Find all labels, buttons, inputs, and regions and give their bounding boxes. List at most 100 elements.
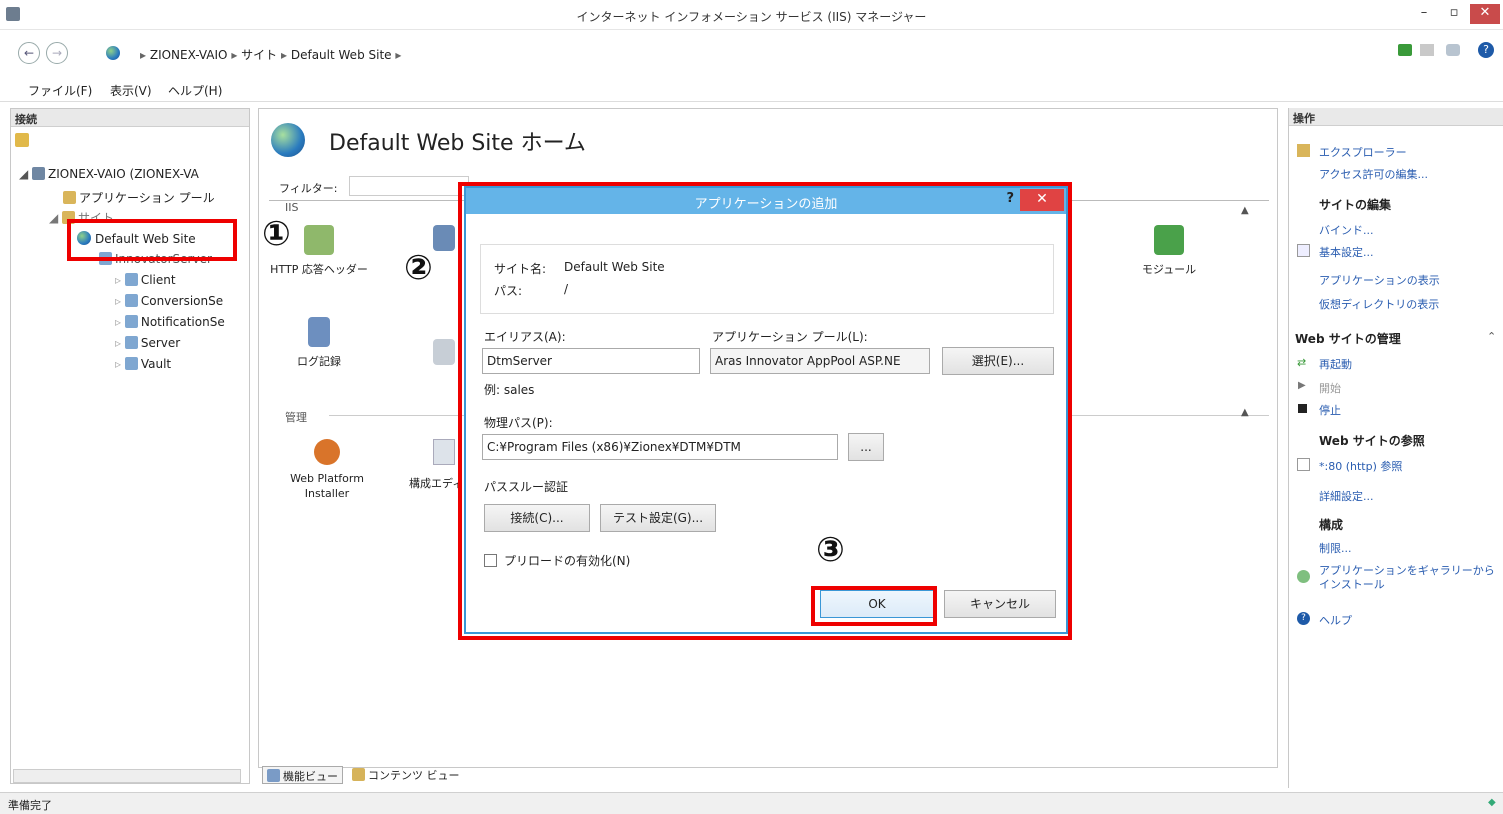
status-text: 準備完了 <box>8 799 52 812</box>
window-title: インターネット インフォメーション サービス (IIS) マネージャー <box>576 10 927 24</box>
server-tree-icon <box>32 167 46 180</box>
section-iis: IIS <box>285 201 299 214</box>
maximize-button[interactable]: ▫ <box>1440 4 1468 24</box>
action-help[interactable]: ヘルプ <box>1319 612 1352 628</box>
menu-help[interactable]: ヘルプ(H) <box>168 82 222 99</box>
actions-title: 操作 <box>1289 108 1503 126</box>
feature-logging[interactable]: ログ記録 <box>279 317 359 369</box>
step-three-marker: ③ <box>816 530 845 570</box>
tree-app-pools[interactable]: アプリケーション プール <box>63 189 215 206</box>
app-icon <box>124 273 138 286</box>
tab-features-view[interactable]: 機能ビュー <box>262 766 343 784</box>
highlight-default-site <box>67 219 237 261</box>
action-restart[interactable]: 再起動 <box>1319 356 1352 372</box>
action-browse-link[interactable]: *:80 (http) 参照 <box>1319 458 1402 474</box>
browse-icon <box>1297 458 1310 471</box>
filter-input[interactable] <box>349 176 469 196</box>
heading-config: 構成 <box>1319 518 1344 532</box>
isapi-icon <box>433 225 455 251</box>
server-icon[interactable] <box>1398 44 1412 56</box>
action-explore[interactable]: エクスプローラー <box>1319 144 1407 160</box>
help-icon[interactable]: ? <box>1478 42 1494 58</box>
close-button[interactable]: ✕ <box>1470 4 1500 24</box>
menu-bar: ファイル(F) 表示(V) ヘルプ(H) <box>0 76 1503 102</box>
gallery-icon <box>1297 570 1310 583</box>
action-edit-permissions[interactable]: アクセス許可の編集... <box>1319 166 1428 182</box>
tree-child-notification[interactable]: ▹ NotificationSe <box>115 315 225 329</box>
site-home-globe-icon <box>271 123 305 157</box>
tree-root[interactable]: ◢ ZIONEX-VAIO (ZIONEX-VA <box>19 167 199 181</box>
window-title-bar: インターネット インフォメーション サービス (IIS) マネージャー – ▫ … <box>0 0 1503 30</box>
connections-panel: 接続 ◢ ZIONEX-VAIO (ZIONEX-VA アプリケーション プール… <box>10 108 250 784</box>
action-stop[interactable]: 停止 <box>1319 402 1341 418</box>
save-icon[interactable] <box>1446 44 1460 56</box>
breadcrumb-sites[interactable]: サイト <box>241 48 277 62</box>
highlight-dialog <box>458 182 1072 640</box>
actions-panel: 操作 エクスプローラー アクセス許可の編集... サイトの編集 バインド... … <box>1288 108 1503 788</box>
feature-web-platform[interactable]: Web Platform Installer <box>277 439 377 501</box>
stop-square-icon <box>1298 404 1307 413</box>
breadcrumb-host[interactable]: ZIONEX-VAIO <box>150 48 228 62</box>
stop-icon[interactable] <box>1420 44 1434 56</box>
app-icon <box>124 294 138 307</box>
app-pool-icon <box>63 191 76 204</box>
tree-child-conversion[interactable]: ▹ ConversionSe <box>115 294 223 308</box>
breadcrumb-site[interactable]: Default Web Site <box>291 48 392 62</box>
features-view-icon <box>267 769 280 782</box>
action-install-gallery[interactable]: アプリケーションをギャラリーからインストール <box>1319 564 1499 594</box>
action-start[interactable]: 開始 <box>1319 380 1341 396</box>
filter-label: フィルター: <box>279 182 338 195</box>
action-show-vdirs[interactable]: 仮想ディレクトリの表示 <box>1319 296 1439 312</box>
compression-icon <box>433 339 455 365</box>
web-platform-icon <box>314 439 340 465</box>
action-basic-settings[interactable]: 基本設定... <box>1319 244 1374 260</box>
heading-manage-site: Web サイトの管理 <box>1295 332 1401 346</box>
network-icon: ◆ <box>1488 797 1496 808</box>
content-view-icon <box>352 768 365 781</box>
action-advanced-settings[interactable]: 詳細設定... <box>1319 488 1374 504</box>
collapse-icon[interactable]: ▲ <box>1241 407 1249 418</box>
tree-child-server[interactable]: ▹ Server <box>115 336 180 350</box>
view-tabs: 機能ビュー コンテンツ ビュー <box>262 764 562 786</box>
tab-content-view[interactable]: コンテンツ ビュー <box>352 767 460 783</box>
connections-title: 接続 <box>11 109 249 127</box>
menu-file[interactable]: ファイル(F) <box>28 82 92 99</box>
heading-browse-site: Web サイトの参照 <box>1319 434 1425 448</box>
step-two-marker: ② <box>404 248 433 288</box>
restart-icon: ⇄ <box>1297 356 1307 369</box>
app-icon <box>124 336 138 349</box>
breadcrumb: ▸ ZIONEX-VAIO ▸ サイト ▸ Default Web Site ▸ <box>140 48 402 62</box>
tree-child-vault[interactable]: ▹ Vault <box>115 357 171 371</box>
back-icon[interactable]: ← <box>18 42 40 64</box>
section-manage: 管理 <box>285 411 307 424</box>
minimize-button[interactable]: – <box>1410 4 1438 24</box>
config-editor-icon <box>433 439 455 465</box>
action-show-apps[interactable]: アプリケーションの表示 <box>1319 272 1440 288</box>
explore-icon <box>1297 144 1310 157</box>
action-limits[interactable]: 制限... <box>1319 540 1352 556</box>
globe-icon <box>106 46 120 61</box>
status-bar: 準備完了 ◆ <box>0 792 1503 814</box>
menu-view[interactable]: 表示(V) <box>110 82 152 99</box>
tree-child-client[interactable]: ▹ Client <box>115 273 176 287</box>
heading-edit-site: サイトの編集 <box>1319 198 1392 212</box>
highlight-ok-button <box>811 586 937 626</box>
basic-settings-icon <box>1297 244 1310 257</box>
page-title: Default Web Site ホーム <box>329 131 586 156</box>
address-bar: ← → ▸ ZIONEX-VAIO ▸ サイト ▸ Default Web Si… <box>0 30 1503 76</box>
collapse-icon-manage[interactable]: ⌃ <box>1487 330 1496 343</box>
collapse-icon-iis[interactable]: ▲ <box>1241 205 1249 216</box>
step-one-marker: ① <box>262 214 291 254</box>
http-headers-icon <box>304 225 334 255</box>
logging-icon <box>308 317 330 347</box>
modules-icon <box>1154 225 1184 255</box>
app-icon <box>124 357 138 370</box>
start-icon: ▶ <box>1298 380 1306 391</box>
app-icon <box>124 315 138 328</box>
help-circle-icon: ? <box>1297 612 1310 625</box>
feature-modules[interactable]: モジュール <box>1119 225 1219 277</box>
action-bindings[interactable]: バインド... <box>1319 222 1374 238</box>
forward-icon[interactable]: → <box>46 42 68 64</box>
horizontal-scrollbar[interactable] <box>13 769 241 783</box>
connect-icon[interactable] <box>15 133 29 147</box>
